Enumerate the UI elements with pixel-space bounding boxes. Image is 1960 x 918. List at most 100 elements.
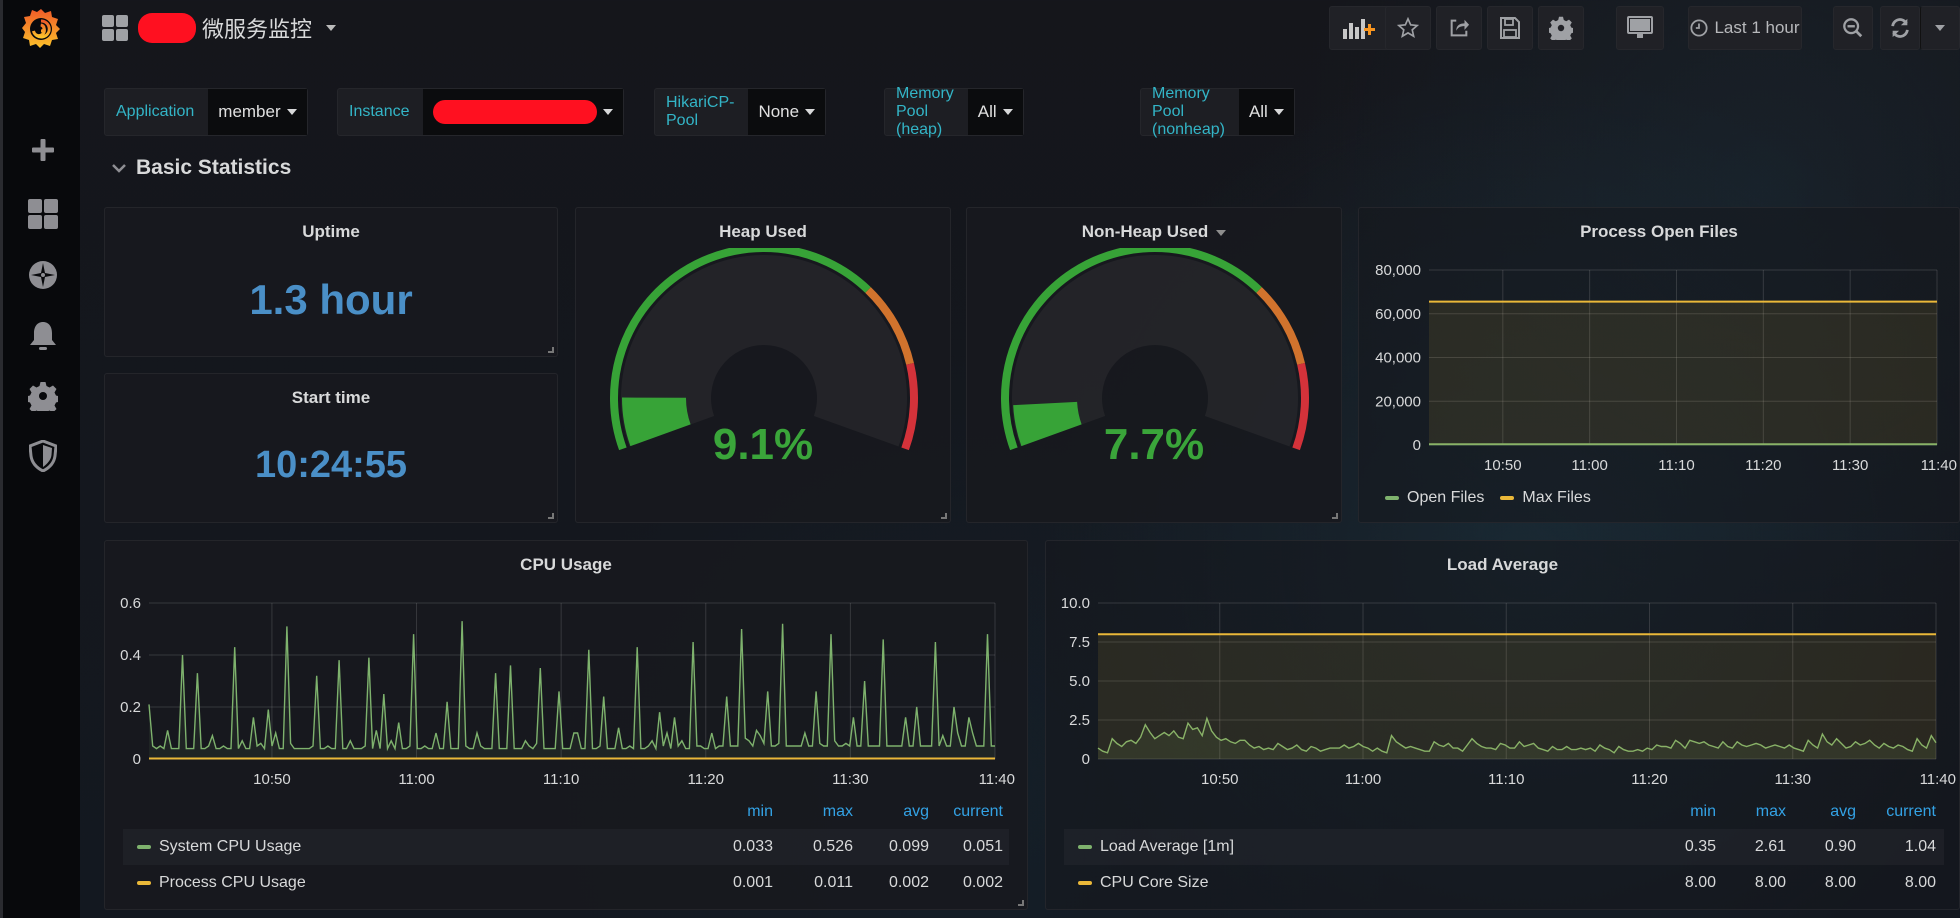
alerting-bell-icon[interactable] xyxy=(25,318,61,354)
gauge-track xyxy=(1012,255,1298,447)
resize-handle[interactable] xyxy=(941,513,947,519)
dashboard-navbar: 微服务监控 Last 1 hour xyxy=(80,0,1960,60)
legend-max: 0.011 xyxy=(814,874,853,891)
cpu-usage-graph[interactable]: 0 0.2 0.4 0.6 10:50 11:00 11:10 11:20 11:30 11:40 xyxy=(105,541,1029,801)
legend-header-max[interactable]: max xyxy=(783,803,853,821)
variable-instance-select[interactable] xyxy=(423,89,624,135)
panel-title[interactable]: Non-Heap Used xyxy=(967,222,1341,242)
x-tick-label: 11:30 xyxy=(1775,771,1811,788)
zoom-out-button[interactable] xyxy=(1833,6,1873,50)
dashboard-title: 微服务监控 xyxy=(202,17,313,42)
save-button[interactable] xyxy=(1487,6,1533,50)
legend-swatch xyxy=(137,881,151,885)
add-panel-button[interactable] xyxy=(1329,6,1391,50)
chevron-down-icon xyxy=(1002,109,1013,115)
refresh-button[interactable] xyxy=(1880,6,1920,50)
legend-swatch xyxy=(1078,845,1092,849)
y-tick-label: 80,000 xyxy=(1375,262,1421,279)
load-average-graph[interactable]: 0 2.5 5.0 7.5 10.0 10:50 11:00 11:10 11:20 11:30 1… xyxy=(1046,541,1960,801)
server-admin-shield-icon[interactable] xyxy=(25,438,61,474)
resize-handle[interactable] xyxy=(548,513,554,519)
heap-gauge xyxy=(610,248,918,451)
panel-title[interactable]: Heap Used xyxy=(576,222,950,242)
gauge-track xyxy=(621,255,907,447)
legend-max: 0.526 xyxy=(812,838,853,855)
x-tick-label: 11:40 xyxy=(1920,771,1956,788)
explore-compass-icon[interactable] xyxy=(25,257,61,293)
sidebar xyxy=(0,0,80,918)
legend-swatch xyxy=(1078,881,1092,885)
variable-value: All xyxy=(1248,102,1268,121)
legend-row-load-1m: Load Average [1m] 0.35 2.61 0.90 1.04 xyxy=(1064,829,1944,865)
variable-application-select[interactable]: member xyxy=(208,89,307,135)
nonheap-gauge xyxy=(1001,248,1309,451)
legend-header-current[interactable]: current xyxy=(929,803,1003,821)
dashboards-grid-icon[interactable] xyxy=(25,196,61,232)
y-tick-label: 0.2 xyxy=(120,699,141,716)
panel-title[interactable]: Uptime xyxy=(105,222,557,242)
series-system-cpu-usage-line xyxy=(148,621,995,752)
x-tick-label: 10:50 xyxy=(253,771,291,788)
heap-used-value: 9.1% xyxy=(712,420,814,469)
time-range-picker[interactable]: Last 1 hour xyxy=(1688,6,1802,50)
legend-swatch xyxy=(1385,496,1399,500)
start-time-value: 10:24:55 xyxy=(254,444,408,486)
panel-title-text: Non-Heap Used xyxy=(1081,222,1209,241)
panel-process-open-files: Process Open Files 0 20,000 40,000 60,000 80… xyxy=(1358,207,1960,523)
redacted-title-prefix xyxy=(138,13,196,43)
resize-handle[interactable] xyxy=(548,347,554,353)
grafana-logo-icon[interactable] xyxy=(19,6,63,50)
dashboard-grid-icon xyxy=(102,15,128,41)
chevron-down-icon xyxy=(286,109,297,115)
y-tick-label: 20,000 xyxy=(1375,393,1421,410)
chevron-down-icon xyxy=(805,109,816,115)
variable-value: member xyxy=(218,102,281,121)
legend-max: 8.00 xyxy=(1754,874,1786,891)
variable-hikaricp-pool: HikariCP-Pool None xyxy=(654,88,827,136)
resize-handle[interactable] xyxy=(1332,513,1338,519)
dashboard-settings-button[interactable] xyxy=(1538,6,1584,50)
y-tick-label: 40,000 xyxy=(1375,350,1421,367)
chevron-down-icon xyxy=(603,109,614,115)
legend-header-avg[interactable]: avg xyxy=(1794,803,1856,821)
variable-value: None xyxy=(758,102,800,121)
legend-header-current[interactable]: current xyxy=(1862,803,1936,821)
x-tick-label: 11:10 xyxy=(543,771,579,788)
y-tick-label: 0 xyxy=(1413,437,1421,454)
x-tick-label: 11:10 xyxy=(1658,457,1694,474)
legend-avg: 8.00 xyxy=(1824,874,1856,891)
open-files-graph[interactable]: 0 20,000 40,000 60,000 80,000 10:50 11:00 11:10… xyxy=(1359,208,1960,524)
collapse-chevron-icon xyxy=(112,164,126,173)
legend-header-avg[interactable]: avg xyxy=(859,803,929,821)
legend-item-max-files[interactable]: Max Files xyxy=(1522,489,1590,507)
share-button[interactable] xyxy=(1436,6,1482,50)
variable-memory-pool-heap-select[interactable]: All xyxy=(967,89,1023,135)
variable-memory-pool-nonheap: Memory Pool (nonheap) All xyxy=(1140,85,1295,138)
resize-handle[interactable] xyxy=(1018,900,1024,906)
create-plus-icon[interactable] xyxy=(25,132,61,168)
uptime-value: 1.3 hour xyxy=(249,276,413,323)
dashboard-title-picker[interactable]: 微服务监控 xyxy=(102,10,337,46)
legend-item-open-files[interactable]: Open Files xyxy=(1407,489,1484,507)
series-max-files-area xyxy=(1429,301,1937,445)
variable-hikaricp-pool-select[interactable]: None xyxy=(748,89,826,135)
refresh-interval-dropdown[interactable] xyxy=(1920,6,1960,50)
add-panel-icon xyxy=(1343,19,1375,39)
panel-title[interactable]: Start time xyxy=(105,388,557,408)
y-tick-label: 2.5 xyxy=(1069,712,1090,729)
x-tick-label: 11:30 xyxy=(832,771,868,788)
legend-avg: 0.099 xyxy=(888,838,929,855)
star-button[interactable] xyxy=(1385,6,1431,50)
legend-header-min[interactable]: min xyxy=(703,803,773,821)
legend-header-max[interactable]: max xyxy=(1724,803,1786,821)
x-tick-label: 11:20 xyxy=(688,771,724,788)
legend-header-min[interactable]: min xyxy=(1654,803,1716,821)
time-range-label: Last 1 hour xyxy=(1714,18,1800,37)
row-title: Basic Statistics xyxy=(136,156,292,179)
tv-mode-button[interactable] xyxy=(1616,6,1664,50)
open-files-legend: Open Files Max Files xyxy=(1385,489,1591,507)
row-basic-statistics[interactable]: Basic Statistics xyxy=(112,156,291,180)
variable-memory-pool-nonheap-select[interactable]: All xyxy=(1238,89,1294,135)
configuration-gear-icon[interactable] xyxy=(25,378,61,414)
y-tick-label: 0.4 xyxy=(120,647,141,664)
